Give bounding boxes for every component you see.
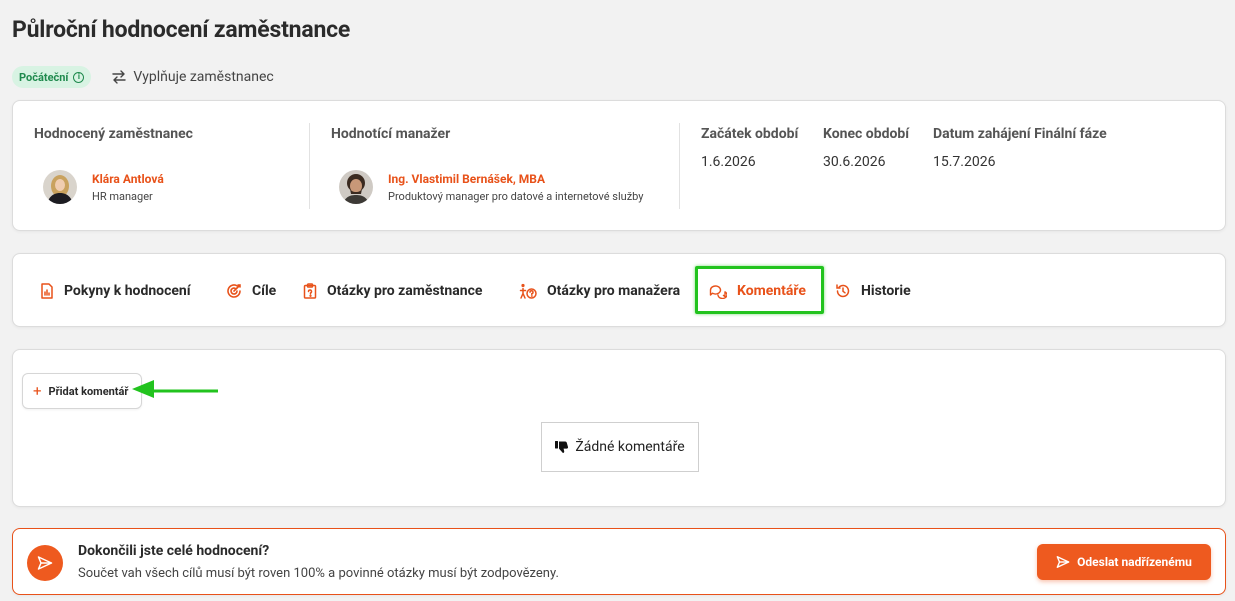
send-icon: [1056, 556, 1070, 568]
employee-column: Hodnocený zaměstnanec Klára Antlová HR m…: [34, 126, 193, 204]
employee-name[interactable]: Klára Antlová: [92, 172, 164, 186]
manager-label: Hodnotící manažer: [331, 126, 451, 142]
tab-goals-label: Cíle: [252, 283, 277, 299]
submit-description: Součet vah všech cílů musí být roven 100…: [78, 566, 559, 581]
submit-title: Dokončili jste celé hodnocení?: [78, 543, 270, 559]
employee-label: Hodnocený zaměstnanec: [34, 126, 193, 142]
page-title: Půlroční hodnocení zaměstnance: [12, 16, 351, 43]
filled-by-label: Vyplňuje zaměstnanec: [133, 69, 274, 85]
green-arrow-annotation: [132, 380, 218, 398]
tab-manager-questions-label: Otázky pro manažera: [547, 283, 681, 299]
comments-panel: + Přidat komentář Žádné komentáře: [12, 349, 1226, 507]
period-start-value: 1.6.2026: [701, 154, 756, 170]
filled-by: Vyplňuje zaměstnanec: [111, 69, 274, 85]
thumbs-down-icon: [555, 440, 569, 453]
tab-instructions[interactable]: Pokyny k hodnocení: [40, 254, 191, 328]
final-phase-column: Datum zahájení Finální fáze 15.7.2026: [933, 126, 1107, 170]
send-icon: [27, 545, 63, 581]
tab-history-label: Historie: [861, 283, 911, 299]
tab-employee-questions-label: Otázky pro zaměstnance: [327, 283, 483, 299]
add-comment-label: Přidat komentář: [48, 384, 129, 398]
tab-manager-questions[interactable]: Otázky pro manažera: [519, 254, 680, 328]
send-to-manager-button[interactable]: Odeslat nadřízenému: [1037, 544, 1211, 580]
evaluation-info-card: Hodnocený zaměstnanec Klára Antlová HR m…: [12, 100, 1226, 231]
final-phase-value: 15.7.2026: [933, 154, 996, 170]
period-start-column: Začátek období 1.6.2026: [701, 126, 798, 170]
manager-question-icon: [519, 283, 537, 299]
manager-avatar: [339, 170, 373, 204]
send-to-manager-label: Odeslat nadřízenému: [1077, 555, 1192, 569]
manager-name[interactable]: Ing. Vlastimil Bernášek, MBA: [388, 172, 644, 186]
no-comments-label: Žádné komentáře: [575, 439, 685, 455]
employee-role: HR manager: [92, 189, 153, 203]
phase-badge-label: Počáteční: [19, 70, 69, 84]
employee-avatar: [43, 170, 77, 204]
divider: [679, 123, 680, 209]
tab-comments-label: Komentáře: [737, 283, 806, 299]
tabs-bar: Pokyny k hodnocení Cíle Otázky pro zaměs…: [12, 253, 1226, 327]
period-end-column: Konec období 30.6.2026: [823, 126, 909, 170]
plus-icon: +: [33, 382, 42, 400]
no-comments-placeholder: Žádné komentáře: [541, 422, 699, 472]
submit-panel: Dokončili jste celé hodnocení? Součet va…: [12, 528, 1226, 595]
manager-role: Produktový manager pro datové a internet…: [388, 189, 644, 203]
history-icon: [836, 284, 850, 298]
employee-person[interactable]: Klára Antlová HR manager: [43, 170, 193, 204]
period-start-label: Začátek období: [701, 126, 799, 142]
tab-goals[interactable]: Cíle: [226, 254, 276, 328]
tab-comments[interactable]: Komentáře: [709, 254, 806, 328]
manager-person[interactable]: Ing. Vlastimil Bernášek, MBA Produktový …: [339, 170, 644, 204]
clipboard-icon: [303, 283, 317, 299]
final-phase-label: Datum zahájení Finální fáze: [933, 126, 1107, 142]
period-end-value: 30.6.2026: [823, 154, 886, 170]
swap-arrows-icon: [112, 70, 127, 84]
status-row: Počáteční i Vyplňuje zaměstnanec: [12, 66, 274, 88]
target-icon: [227, 284, 241, 298]
divider: [309, 123, 310, 209]
document-chart-icon: [41, 283, 53, 299]
tab-history[interactable]: Historie: [835, 254, 911, 328]
tab-employee-questions[interactable]: Otázky pro zaměstnance: [303, 254, 482, 328]
chat-bubbles-icon: [709, 285, 727, 299]
manager-column: Hodnotící manažer Ing. Vlastimil Bernáše…: [331, 126, 644, 204]
tab-instructions-label: Pokyny k hodnocení: [64, 283, 191, 299]
period-end-label: Konec období: [823, 126, 910, 142]
phase-badge: Počáteční i: [12, 66, 92, 88]
add-comment-button[interactable]: + Přidat komentář: [22, 373, 142, 409]
info-icon[interactable]: i: [73, 71, 85, 83]
